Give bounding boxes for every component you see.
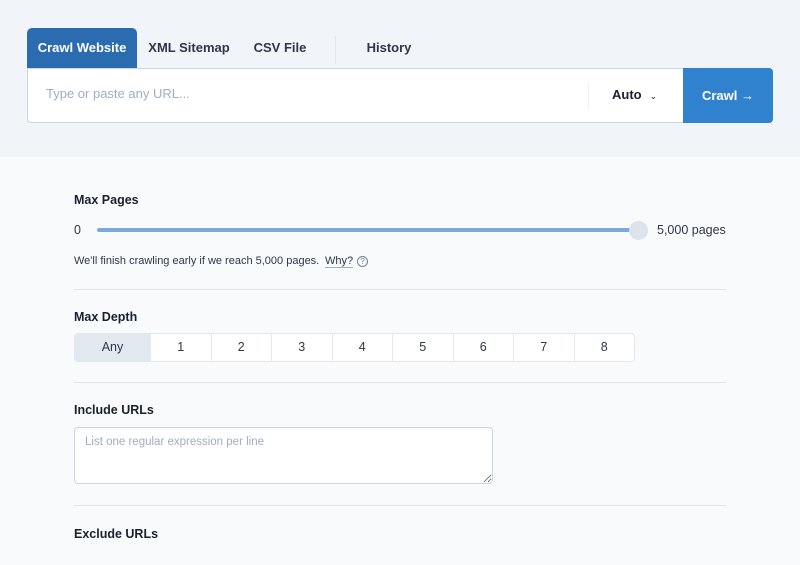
- depth-option-5[interactable]: 5: [392, 334, 453, 361]
- depth-option-any[interactable]: Any: [75, 334, 150, 361]
- max-depth-label: Max Depth: [74, 310, 137, 324]
- chevron-down-icon: ⌄: [650, 91, 658, 101]
- divider: [74, 289, 726, 290]
- depth-option-7[interactable]: 7: [513, 334, 574, 361]
- max-pages-slider-thumb[interactable]: [629, 221, 648, 240]
- tab-crawl-website[interactable]: Crawl Website: [27, 28, 137, 68]
- max-depth-selector: Any 1 2 3 4 5 6 7 8: [74, 333, 635, 362]
- depth-option-6[interactable]: 6: [453, 334, 514, 361]
- max-pages-note: We'll finish crawling early if we reach …: [74, 255, 319, 267]
- tab-csv-file[interactable]: CSV File: [245, 28, 315, 68]
- url-input[interactable]: [46, 86, 586, 101]
- slider-min-label: 0: [74, 223, 81, 237]
- depth-option-4[interactable]: 4: [332, 334, 393, 361]
- depth-option-2[interactable]: 2: [211, 334, 272, 361]
- tab-divider: [335, 36, 336, 64]
- slider-value-label: 5,000 pages: [657, 223, 726, 237]
- divider: [588, 83, 589, 109]
- exclude-urls-label: Exclude URLs: [74, 527, 158, 541]
- tab-history[interactable]: History: [355, 28, 423, 68]
- max-pages-slider-track[interactable]: [97, 228, 638, 232]
- divider: [74, 382, 726, 383]
- help-icon[interactable]: ?: [357, 256, 368, 267]
- crawl-button[interactable]: Crawl →: [683, 68, 773, 123]
- mode-select[interactable]: Auto ⌄: [612, 87, 657, 102]
- depth-option-8[interactable]: 8: [574, 334, 635, 361]
- url-bar: Auto ⌄: [27, 68, 773, 123]
- max-pages-label: Max Pages: [74, 193, 139, 207]
- tab-xml-sitemap[interactable]: XML Sitemap: [142, 28, 236, 68]
- include-urls-label: Include URLs: [74, 403, 154, 417]
- mode-select-value: Auto: [612, 87, 642, 102]
- depth-option-1[interactable]: 1: [150, 334, 211, 361]
- why-link[interactable]: Why?: [325, 255, 353, 268]
- depth-option-3[interactable]: 3: [271, 334, 332, 361]
- divider: [74, 505, 726, 506]
- include-urls-textarea[interactable]: [74, 427, 493, 484]
